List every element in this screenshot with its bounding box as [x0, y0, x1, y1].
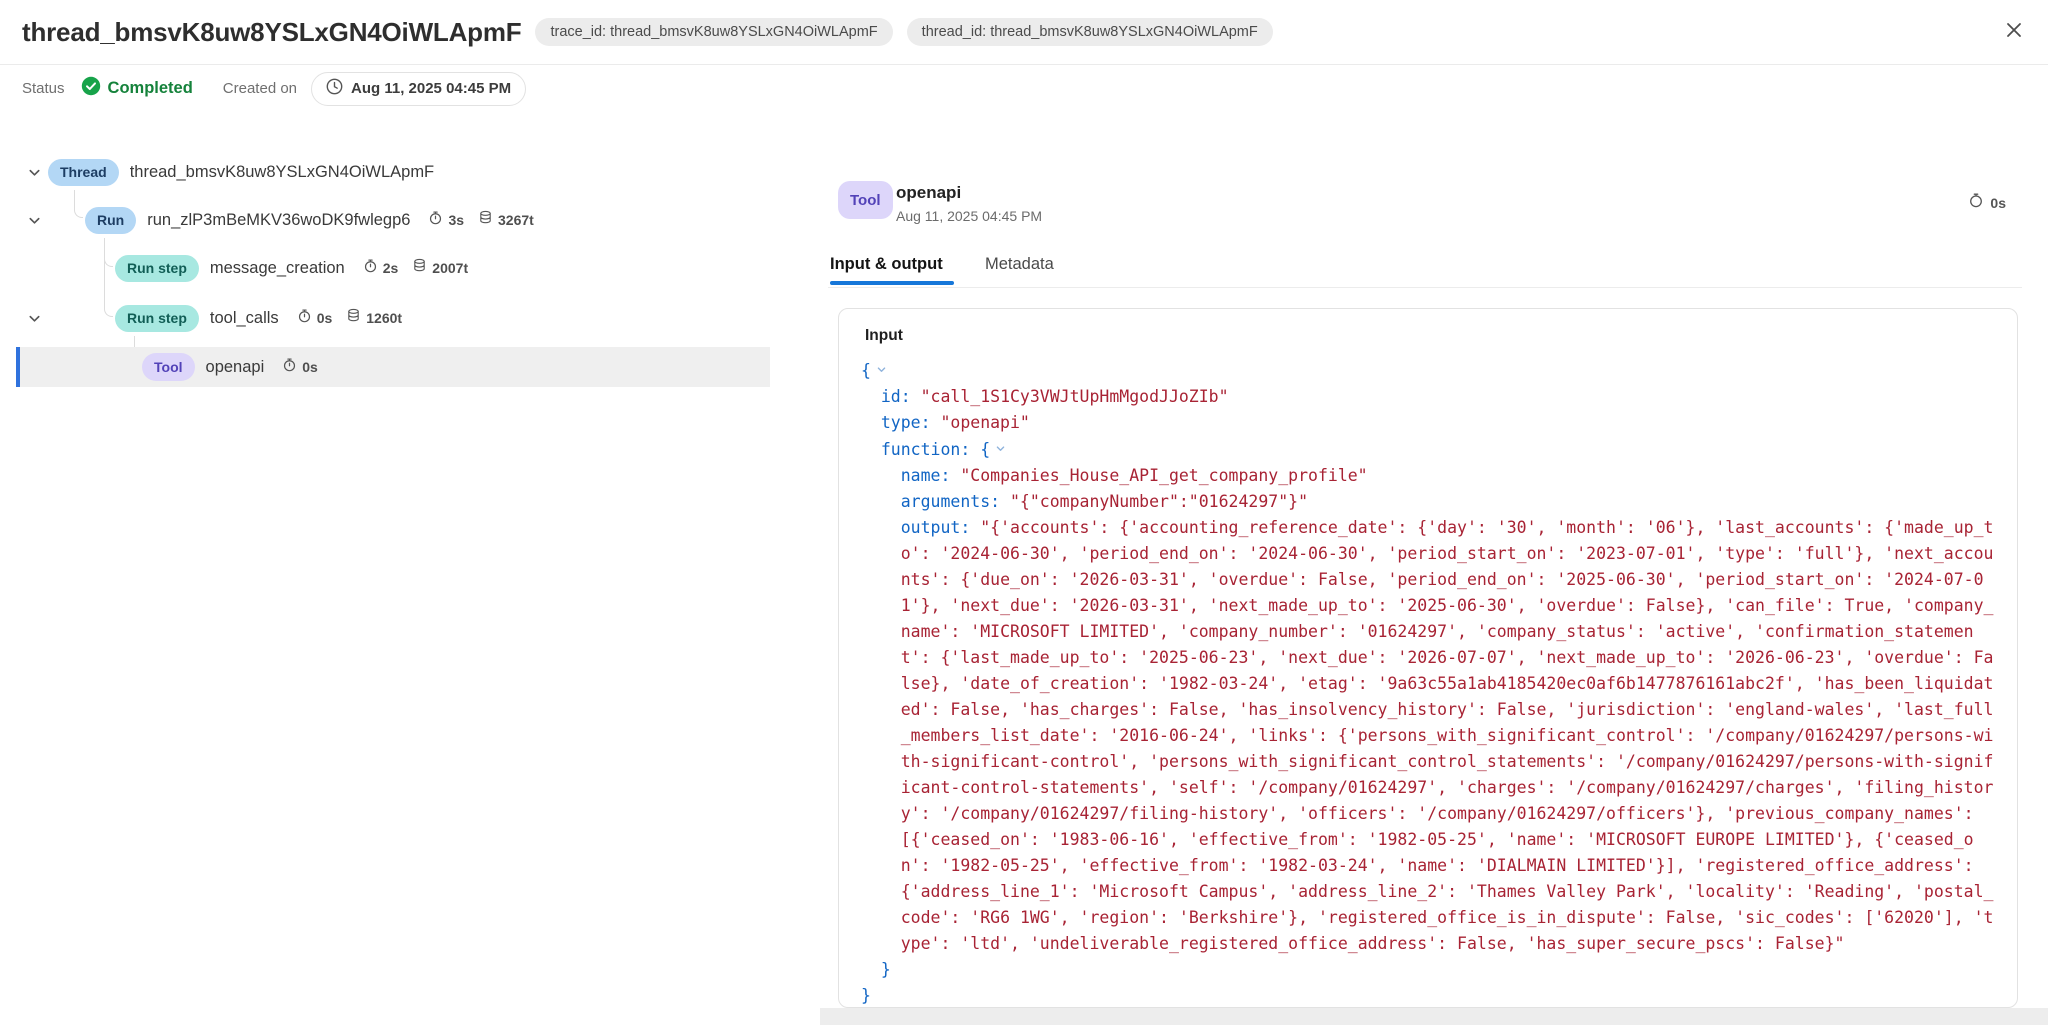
thread-type-badge: Thread [48, 159, 119, 186]
tool-openapi-label: openapi [206, 358, 265, 377]
collapse-chevron-icon[interactable] [876, 357, 887, 383]
selection-indicator-bar [16, 347, 20, 387]
code-line: name:"Companies_House_API_get_company_pr… [861, 463, 2001, 489]
created-on-label: Created on [223, 80, 297, 97]
thread-id-badge: thread_id: thread_bmsvK8uw8YSLxGN4OiWLAp… [907, 18, 1273, 46]
status-value: Completed [108, 79, 193, 98]
tool-calls-label: tool_calls [210, 309, 279, 328]
stopwatch-icon [1968, 192, 1984, 213]
tool-calls-duration: 0s [297, 308, 333, 328]
run-type-badge: Run [85, 207, 136, 234]
run-tokens: 3267t [478, 210, 534, 230]
chevron-down-icon[interactable] [25, 163, 43, 181]
run-step-type-badge: Run step [115, 255, 199, 282]
collapse-chevron-icon[interactable] [995, 436, 1006, 462]
detail-timestamp: Aug 11, 2025 04:45 PM [896, 208, 1042, 224]
message-creation-label: message_creation [210, 259, 345, 278]
tree-row-thread[interactable]: Thread thread_bmsvK8uw8YSLxGN4OiWLApmF [25, 155, 434, 189]
tree-row-tool-calls[interactable]: Run step tool_calls 0s 1260t [25, 301, 402, 335]
chevron-down-icon[interactable] [25, 309, 43, 327]
code-line: } [861, 957, 2001, 983]
code-line: } [861, 983, 2001, 1008]
close-icon [2003, 19, 2025, 46]
code-line: arguments:"{"companyNumber":"01624297"}" [861, 489, 2001, 515]
status-badge: Completed [81, 76, 193, 101]
created-date-value: Aug 11, 2025 04:45 PM [351, 80, 511, 97]
stopwatch-icon [297, 308, 312, 328]
tool-type-badge: Tool [142, 353, 195, 381]
tokens-icon [478, 210, 493, 230]
tree-row-message-creation[interactable]: Run step message_creation 2s 2007t [115, 251, 468, 285]
code-line-output: output:"{'accounts': {'accounting_refere… [861, 515, 2001, 957]
detail-tool-badge: Tool [838, 181, 893, 219]
clock-icon [326, 78, 343, 100]
check-circle-icon [81, 76, 101, 101]
tree-row-run[interactable]: Run run_zlP3mBeMKV36woDK9fwlegp6 3s 3267… [25, 203, 534, 237]
tab-input-output[interactable]: Input & output [830, 255, 943, 274]
detail-title: openapi [896, 183, 961, 203]
message-creation-duration: 2s [363, 258, 399, 278]
input-section-label: Input [865, 327, 903, 345]
code-line: function:{ [861, 436, 2001, 463]
message-creation-tokens: 2007t [412, 258, 468, 278]
code-line: id:"call_1S1Cy3VWJtUpHmMgodJJoZIb" [861, 384, 2001, 410]
tool-openapi-duration: 0s [282, 357, 318, 377]
stopwatch-icon [428, 210, 443, 230]
topbar: thread_bmsvK8uw8YSLxGN4OiWLApmF trace_id… [0, 0, 2048, 64]
code-line: type:"openapi" [861, 410, 2001, 436]
run-step-type-badge: Run step [115, 305, 199, 332]
trace-id-badge: trace_id: thread_bmsvK8uw8YSLxGN4OiWLApm… [535, 18, 892, 46]
run-duration: 3s [428, 210, 464, 230]
detail-duration: 0s [1968, 192, 2006, 213]
run-label: run_zlP3mBeMKV36woDK9fwlegp6 [147, 211, 410, 230]
status-label: Status [22, 80, 65, 97]
code-line: { [861, 357, 2001, 384]
created-date-pill: Aug 11, 2025 04:45 PM [311, 72, 526, 106]
stopwatch-icon [363, 258, 378, 278]
tool-calls-tokens: 1260t [346, 308, 402, 328]
thread-label: thread_bmsvK8uw8YSLxGN4OiWLApmF [130, 163, 434, 182]
tree-row-tool-openapi-selected[interactable]: Tool openapi 0s [16, 347, 770, 387]
horizontal-scrollbar-track[interactable] [820, 1008, 2048, 1025]
stopwatch-icon [282, 357, 297, 377]
page-title: thread_bmsvK8uw8YSLxGN4OiWLApmF [22, 17, 521, 48]
tokens-icon [412, 258, 427, 278]
tab-divider [828, 287, 2022, 288]
tool-call-json: { id:"call_1S1Cy3VWJtUpHmMgodJJoZIb" typ… [861, 357, 2001, 1008]
input-output-panel: Input { id:"call_1S1Cy3VWJtUpHmMgodJJoZI… [838, 308, 2018, 1008]
close-button[interactable] [2002, 20, 2026, 44]
chevron-down-icon[interactable] [25, 211, 43, 229]
trace-viewer-window: thread_bmsvK8uw8YSLxGN4OiWLApmF trace_id… [0, 0, 2048, 1025]
tab-metadata[interactable]: Metadata [985, 255, 1054, 274]
status-bar: Status Completed Created on Aug 11, 2025… [0, 64, 2048, 112]
tokens-icon [346, 308, 361, 328]
active-tab-underline [830, 281, 954, 285]
